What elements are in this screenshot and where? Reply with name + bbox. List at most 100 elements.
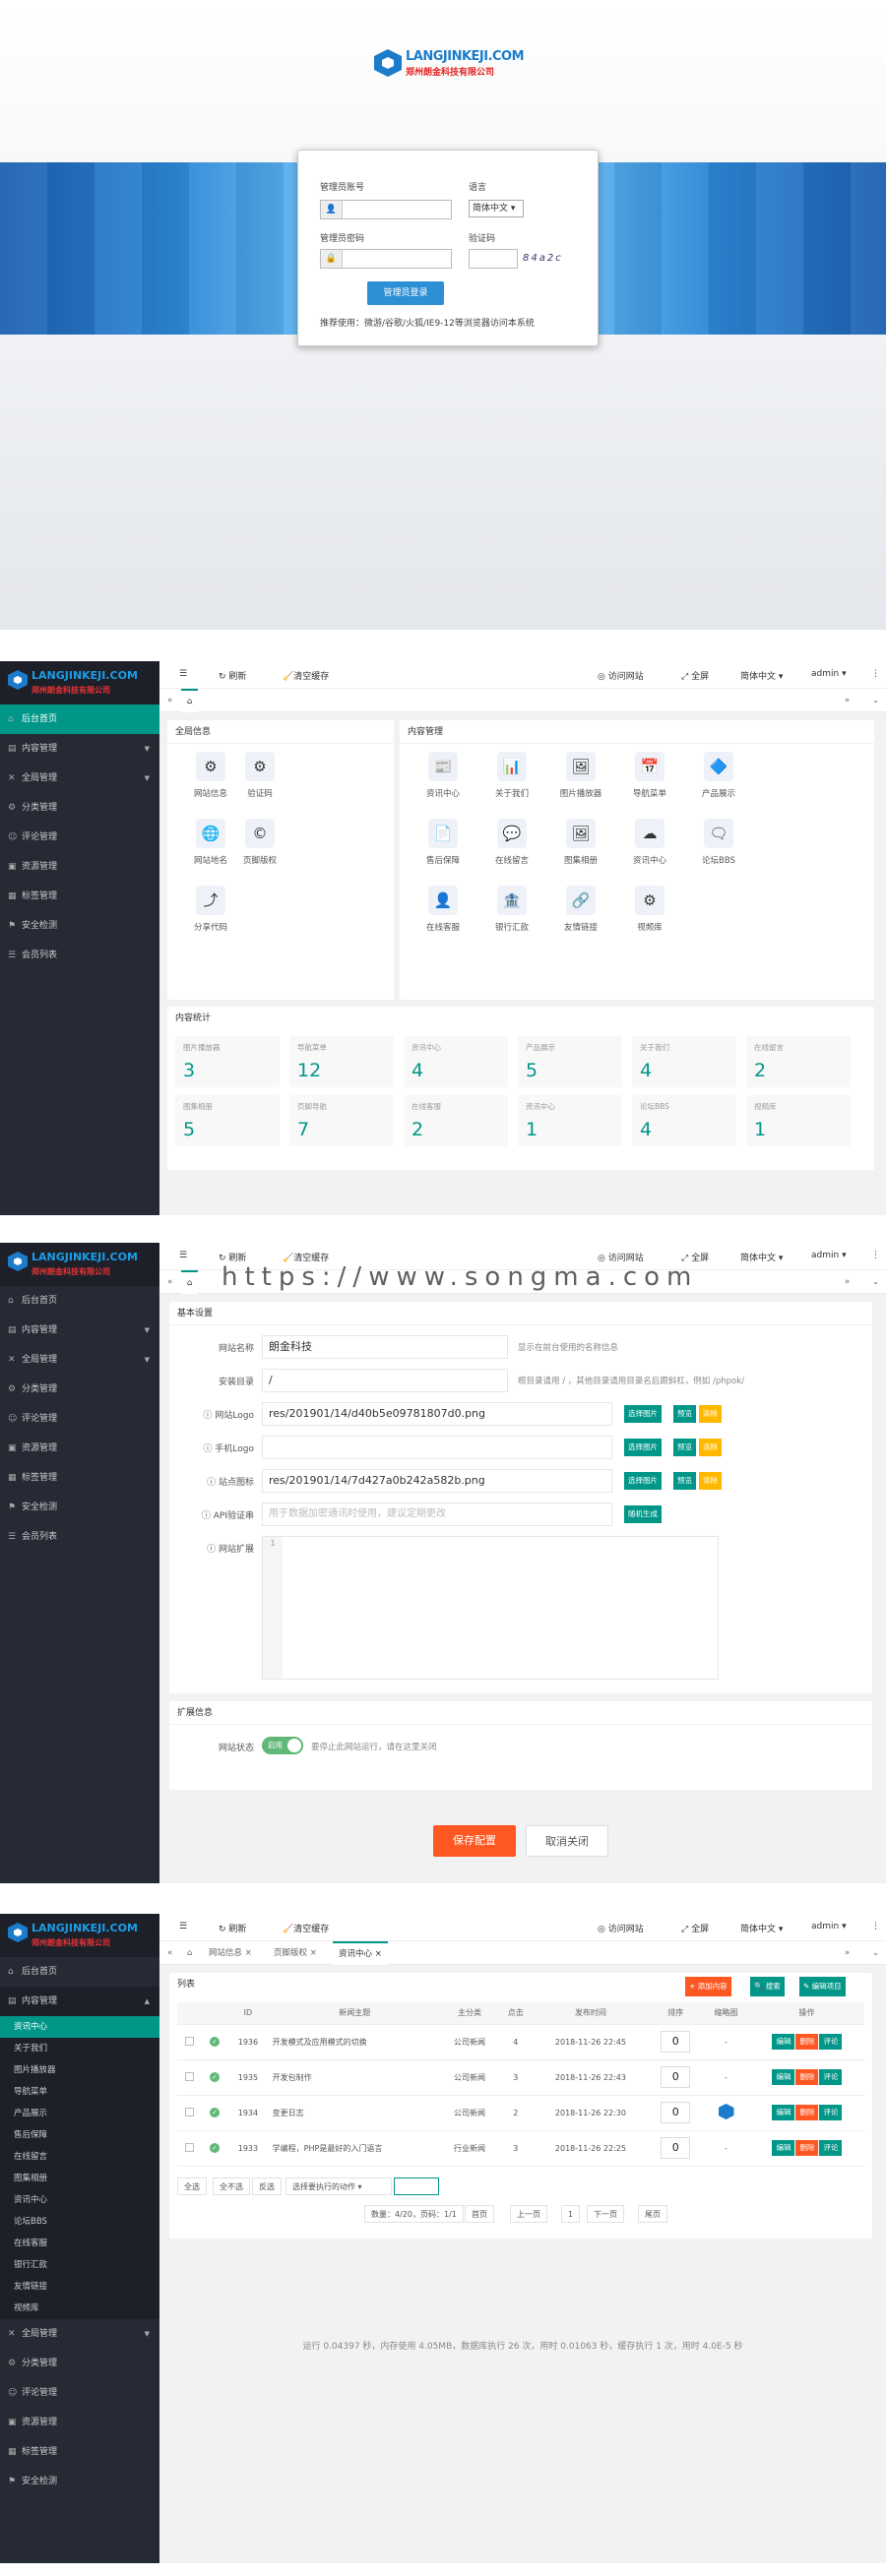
stat-box[interactable]: 在线留言 2 xyxy=(746,1036,851,1087)
sidebar-item-home[interactable]: ⌂ 后台首页 xyxy=(0,1286,159,1316)
status-ok-icon[interactable]: ✓ xyxy=(210,2072,221,2082)
order-input[interactable]: 0 xyxy=(661,2066,691,2088)
pager-button[interactable]: 尾页 xyxy=(638,2205,667,2223)
delete-button[interactable]: 删除 xyxy=(795,2034,819,2050)
tab-prev-icon[interactable]: « xyxy=(161,689,178,712)
stat-box[interactable]: 资讯中心 4 xyxy=(404,1036,508,1087)
submenu-item[interactable]: 资讯中心 xyxy=(0,2189,159,2211)
install-dir-input[interactable]: / xyxy=(262,1369,508,1392)
cancel-button[interactable]: 取消关闭 xyxy=(526,1825,608,1857)
user-dropdown[interactable]: admin ▾ xyxy=(811,669,847,679)
status-ok-icon[interactable]: ✓ xyxy=(210,2108,221,2117)
clear-cache-button[interactable]: 🧹清空缓存 xyxy=(283,669,329,682)
site-extend-editor[interactable]: 1 xyxy=(262,1536,719,1680)
order-input[interactable]: 0 xyxy=(661,2137,691,2159)
stat-box[interactable]: 图集相册 5 xyxy=(175,1095,280,1146)
comment-button[interactable]: 评论 xyxy=(819,2034,843,2050)
title-cell[interactable]: 开发模式及应用模式的切换 xyxy=(268,2024,441,2060)
row-checkbox[interactable] xyxy=(184,2071,194,2081)
favicon-select-button[interactable]: 选择图片 xyxy=(624,1472,662,1490)
user-dropdown[interactable]: admin ▾ xyxy=(811,1251,847,1260)
tab-home-icon[interactable]: ⌂ xyxy=(181,1941,198,1965)
mobile-logo-preview-button[interactable]: 预览 xyxy=(673,1439,696,1456)
quick-item[interactable]: ☁ 资讯中心 xyxy=(620,819,679,866)
language-select[interactable]: 简体中文 ▾ xyxy=(469,200,524,217)
pager-button[interactable]: 上一页 xyxy=(510,2205,547,2223)
tab-menu-icon[interactable]: ⌄ xyxy=(866,689,885,712)
quick-item[interactable]: 📰 资讯中心 xyxy=(413,752,473,799)
more-icon[interactable]: ⋮ xyxy=(871,1922,880,1932)
bulk-select-none-button[interactable]: 全不选 xyxy=(213,2177,250,2195)
fullscreen-button[interactable]: ⤢ 全屏 xyxy=(681,1922,709,1934)
language-dropdown[interactable]: 简体中文 ▾ xyxy=(740,1922,783,1934)
pager-button[interactable]: 1 xyxy=(561,2205,581,2223)
sidebar-item-global[interactable]: ✕ 全局管理 ▼ xyxy=(0,1345,159,1375)
submenu-item[interactable]: 友情链接 xyxy=(0,2276,159,2298)
title-cell[interactable]: 变更日志 xyxy=(268,2095,441,2131)
sidebar-item[interactable]: ⚙ 分类管理 xyxy=(0,2349,159,2378)
sidebar-item-resource[interactable]: ▣ 资源管理 xyxy=(0,852,159,882)
delete-button[interactable]: 删除 xyxy=(795,2140,819,2156)
close-icon[interactable]: × xyxy=(310,1948,317,1958)
add-content-button[interactable]: + 添加内容 xyxy=(685,1977,731,1996)
menu-toggle-icon[interactable]: ☰ xyxy=(179,1922,187,1932)
close-icon[interactable]: × xyxy=(245,1948,252,1958)
more-icon[interactable]: ⋮ xyxy=(871,1251,880,1260)
sidebar-item-category[interactable]: ⚙ 分类管理 xyxy=(0,1375,159,1404)
tab-next-icon[interactable]: » xyxy=(839,1941,855,1965)
submenu-item[interactable]: 视频库 xyxy=(0,2298,159,2319)
sidebar-item-tag[interactable]: ▦ 标签管理 xyxy=(0,882,159,911)
sidebar-item-category[interactable]: ⚙ 分类管理 xyxy=(0,793,159,823)
tab-next-icon[interactable]: » xyxy=(839,689,855,712)
favicon-clear-button[interactable]: 清除 xyxy=(699,1472,722,1490)
stat-box[interactable]: 导航菜单 12 xyxy=(289,1036,394,1087)
bulk-invert-button[interactable]: 反选 xyxy=(252,2177,282,2195)
sidebar-item-content[interactable]: ▤ 内容管理 ▼ xyxy=(0,1316,159,1345)
submenu-item[interactable]: 图片播放器 xyxy=(0,2059,159,2081)
refresh-button[interactable]: ↻ 刷新 xyxy=(219,669,246,682)
site-logo-preview-button[interactable]: 预览 xyxy=(673,1405,696,1423)
quick-item[interactable]: 📅 导航菜单 xyxy=(620,752,679,799)
edit-button[interactable]: 编辑 xyxy=(772,2140,795,2156)
submenu-item[interactable]: 导航菜单 xyxy=(0,2081,159,2103)
quick-item[interactable]: 🏦 银行汇款 xyxy=(482,886,541,933)
site-logo-clear-button[interactable]: 清除 xyxy=(699,1405,722,1423)
language-dropdown[interactable]: 简体中文 ▾ xyxy=(740,1251,783,1263)
comment-button[interactable]: 评论 xyxy=(819,2140,843,2156)
visit-site-button[interactable]: ◎ 访问网站 xyxy=(598,1922,644,1934)
menu-toggle-icon[interactable]: ☰ xyxy=(179,669,187,679)
quick-item[interactable]: 🗨 论坛BBS xyxy=(689,819,748,866)
sidebar-item[interactable]: ▣ 资源管理 xyxy=(0,2408,159,2437)
quick-item[interactable]: 📄 售后保障 xyxy=(413,819,473,866)
sidebar-item-home[interactable]: ⌂ 后台首页 xyxy=(0,705,159,734)
sidebar-item[interactable]: ☺ 评论管理 xyxy=(0,2378,159,2408)
edit-button[interactable]: 编辑 xyxy=(772,2069,795,2085)
bulk-action-select[interactable]: 选择要执行的动作 ▾ xyxy=(285,2177,392,2195)
stat-box[interactable]: 关于我们 4 xyxy=(632,1036,736,1087)
captcha-image[interactable]: 84a2c xyxy=(523,253,563,264)
username-field[interactable]: 👤 xyxy=(320,200,452,219)
search-button[interactable]: 🔍 搜索 xyxy=(750,1977,785,1996)
sidebar-item-home[interactable]: ⌂ 后台首页 xyxy=(0,1957,159,1987)
quick-item[interactable]: ⚙ 视频库 xyxy=(620,886,679,933)
site-status-toggle[interactable]: 启用 xyxy=(262,1737,303,1754)
delete-button[interactable]: 删除 xyxy=(795,2105,819,2120)
user-dropdown[interactable]: admin ▾ xyxy=(811,1922,847,1932)
quick-item[interactable]: 📊 关于我们 xyxy=(482,752,541,799)
sidebar-item-content[interactable]: ▤ 内容管理 ▼ xyxy=(0,734,159,764)
sidebar-item-global[interactable]: ✕ 全局管理 ▼ xyxy=(0,764,159,793)
submenu-item[interactable]: 图集相册 xyxy=(0,2168,159,2189)
favicon-input[interactable]: res/201901/14/7d427a0b242a582b.png xyxy=(262,1469,612,1493)
tab-news-center[interactable]: 资讯中心 × xyxy=(333,1941,388,1965)
login-button[interactable]: 管理员登录 xyxy=(367,281,444,305)
mobile-logo-clear-button[interactable]: 清除 xyxy=(699,1439,722,1456)
sidebar-item[interactable]: ⚑ 安全检测 xyxy=(0,2467,159,2496)
site-name-input[interactable]: 朗金科技 xyxy=(262,1335,508,1359)
sidebar-item-member[interactable]: ☰ 会员列表 xyxy=(0,1522,159,1552)
sidebar-item-tag[interactable]: ▦ 标签管理 xyxy=(0,1463,159,1493)
tab-home-icon[interactable]: ⌂ xyxy=(181,689,199,712)
stat-box[interactable]: 在线客服 2 xyxy=(404,1095,508,1146)
tab-prev-icon[interactable]: « xyxy=(161,1270,178,1294)
sidebar-item-content[interactable]: ▤ 内容管理 ▲ xyxy=(0,1987,159,2016)
fullscreen-button[interactable]: ⤢ 全屏 xyxy=(681,669,709,682)
